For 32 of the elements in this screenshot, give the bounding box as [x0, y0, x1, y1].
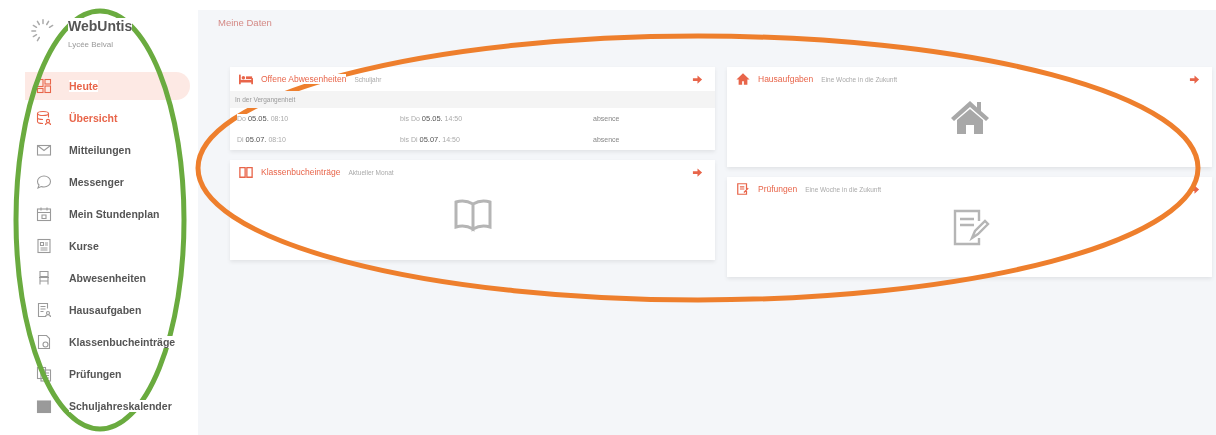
docs-icon [36, 366, 52, 382]
card-title[interactable]: Hausaufgaben [758, 74, 814, 84]
chair-icon [36, 270, 52, 286]
card-title[interactable]: Klassenbucheinträge [261, 167, 341, 177]
arrow-icon[interactable] [1189, 73, 1200, 85]
bubble-icon [36, 174, 52, 190]
calendar-icon [36, 206, 52, 222]
nav-item[interactable]: Hausaufgaben [25, 296, 190, 324]
school-name: Lycée Belval [68, 40, 115, 49]
arrow-icon[interactable] [692, 73, 703, 85]
arrow-icon[interactable] [692, 166, 703, 178]
nav-item[interactable]: Messenger [25, 168, 190, 196]
page-title: Meine Daten [217, 16, 273, 30]
logo-icon [30, 18, 56, 44]
bed-icon [239, 72, 253, 86]
doc-person-icon [36, 302, 52, 318]
envelope-icon [36, 142, 52, 158]
house-icon [736, 72, 750, 86]
nav-item[interactable]: Kurse [25, 232, 190, 260]
block-icon [36, 398, 52, 414]
nav-item[interactable]: Prüfungen [25, 360, 190, 388]
nav-item[interactable]: Mitteilungen [25, 136, 190, 164]
nav-item[interactable]: Schuljahreskalender [25, 392, 190, 420]
nav-item[interactable]: Mein Stundenplan [25, 200, 190, 228]
list-icon [36, 238, 52, 254]
nav-item[interactable]: Abwesenheiten [25, 264, 190, 292]
app-name: WebUntis [68, 18, 133, 34]
book-icon [239, 165, 253, 179]
grid-icon [36, 78, 52, 94]
nav-item[interactable]: Klassenbucheinträge [25, 328, 190, 356]
note-icon [736, 182, 750, 196]
stack-icon [36, 110, 52, 126]
